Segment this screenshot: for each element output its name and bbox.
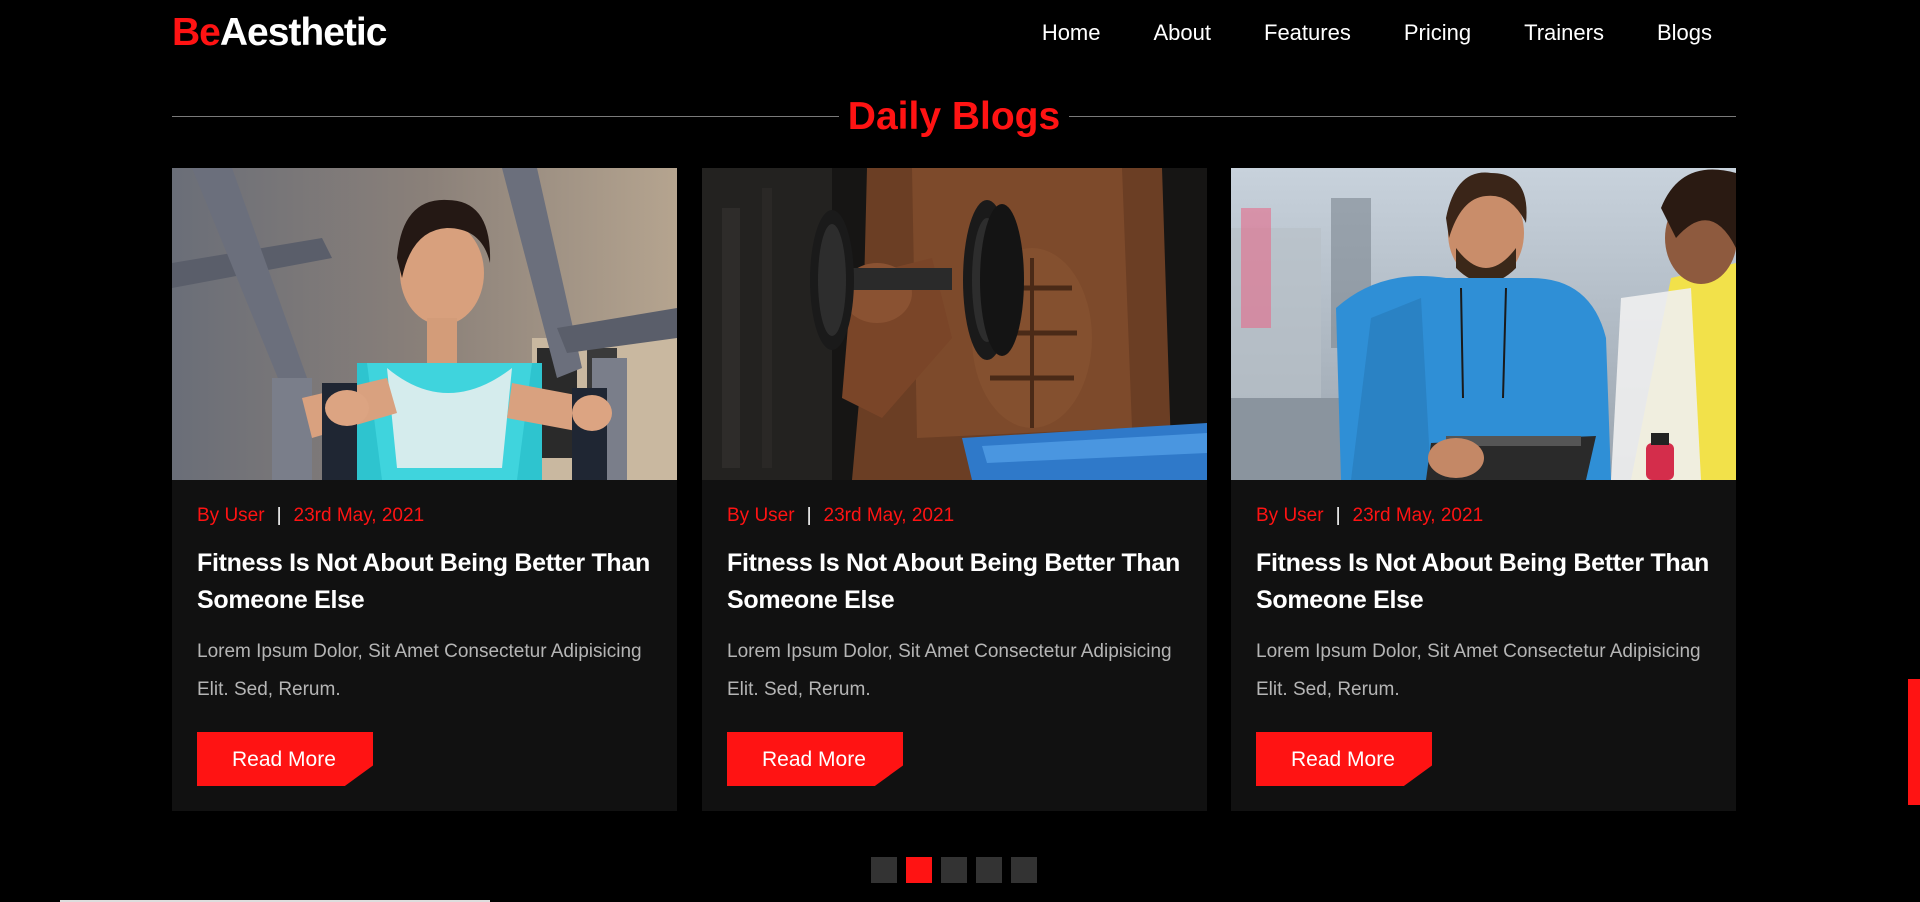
- card-body: By User | 23rd May, 2021 Fitness Is Not Ab…: [702, 480, 1207, 709]
- blog-carousel: By User | 23rd May, 2021 Fitness Is Not Ab…: [172, 168, 1736, 811]
- brand-logo-accent: Be: [172, 11, 221, 54]
- meta-separator: |: [806, 505, 812, 526]
- brand-logo[interactable]: BeAesthetic: [172, 10, 388, 56]
- read-more-button[interactable]: Read More: [1256, 732, 1432, 786]
- card-meta: By User | 23rd May, 2021: [727, 504, 1182, 528]
- navbar: BeAesthetic Home About Features Pricing …: [0, 0, 1920, 68]
- card-title[interactable]: Fitness Is Not About Being Better Than S…: [727, 545, 1182, 619]
- pagination-bullet-5[interactable]: [1011, 857, 1037, 883]
- card-title[interactable]: Fitness Is Not About Being Better Than S…: [197, 545, 652, 619]
- card-meta: By User | 23rd May, 2021: [1256, 504, 1711, 528]
- section-heading: Daily Blogs: [172, 92, 1736, 142]
- meta-separator: |: [1335, 505, 1341, 526]
- nav-link-home[interactable]: Home: [1042, 20, 1101, 46]
- read-more-button[interactable]: Read More: [727, 732, 903, 786]
- blog-card: By User | 23rd May, 2021 Fitness Is Not Ab…: [172, 168, 677, 811]
- card-date: 23rd May, 2021: [293, 505, 425, 526]
- blog-card: By User | 23rd May, 2021 Fitness Is Not Ab…: [702, 168, 1207, 811]
- carousel-pagination: [871, 857, 1046, 883]
- nav-menu: Home About Features Pricing Trainers Blo…: [989, 20, 1712, 46]
- nav-link-trainers[interactable]: Trainers: [1524, 20, 1604, 46]
- card-excerpt: Lorem Ipsum Dolor, Sit Amet Consectetur …: [1256, 641, 1701, 700]
- card-author[interactable]: By User: [197, 505, 265, 526]
- card-author[interactable]: By User: [727, 505, 795, 526]
- man-dumbbell-curl-photo: [702, 168, 1207, 480]
- card-body: By User | 23rd May, 2021 Fitness Is Not Ab…: [172, 480, 677, 709]
- card-date: 23rd May, 2021: [823, 505, 955, 526]
- pagination-bullet-1[interactable]: [871, 857, 897, 883]
- heading-divider-right: [1069, 116, 1736, 117]
- card-excerpt: Lorem Ipsum Dolor, Sit Amet Consectetur …: [197, 641, 642, 700]
- pagination-bullet-2[interactable]: [906, 857, 932, 883]
- side-tab[interactable]: [1908, 679, 1920, 805]
- trainer-clipboard-photo: [1231, 168, 1736, 480]
- card-title[interactable]: Fitness Is Not About Being Better Than S…: [1256, 545, 1711, 619]
- meta-separator: |: [276, 505, 282, 526]
- card-author[interactable]: By User: [1256, 505, 1324, 526]
- pagination-bullet-4[interactable]: [976, 857, 1002, 883]
- card-excerpt: Lorem Ipsum Dolor, Sit Amet Consectetur …: [727, 641, 1172, 700]
- section-title: Daily Blogs: [847, 95, 1061, 138]
- woman-chest-press-photo: [172, 168, 677, 480]
- nav-link-blogs[interactable]: Blogs: [1657, 20, 1712, 46]
- card-meta: By User | 23rd May, 2021: [197, 504, 652, 528]
- card-body: By User | 23rd May, 2021 Fitness Is Not Ab…: [1231, 480, 1736, 709]
- nav-link-about[interactable]: About: [1154, 20, 1212, 46]
- nav-link-features[interactable]: Features: [1264, 20, 1351, 46]
- brand-logo-text: Aesthetic: [219, 11, 388, 54]
- pagination-bullet-3[interactable]: [941, 857, 967, 883]
- card-date: 23rd May, 2021: [1352, 505, 1484, 526]
- nav-link-pricing[interactable]: Pricing: [1404, 20, 1471, 46]
- read-more-button[interactable]: Read More: [197, 732, 373, 786]
- blog-card: By User | 23rd May, 2021 Fitness Is Not Ab…: [1231, 168, 1736, 811]
